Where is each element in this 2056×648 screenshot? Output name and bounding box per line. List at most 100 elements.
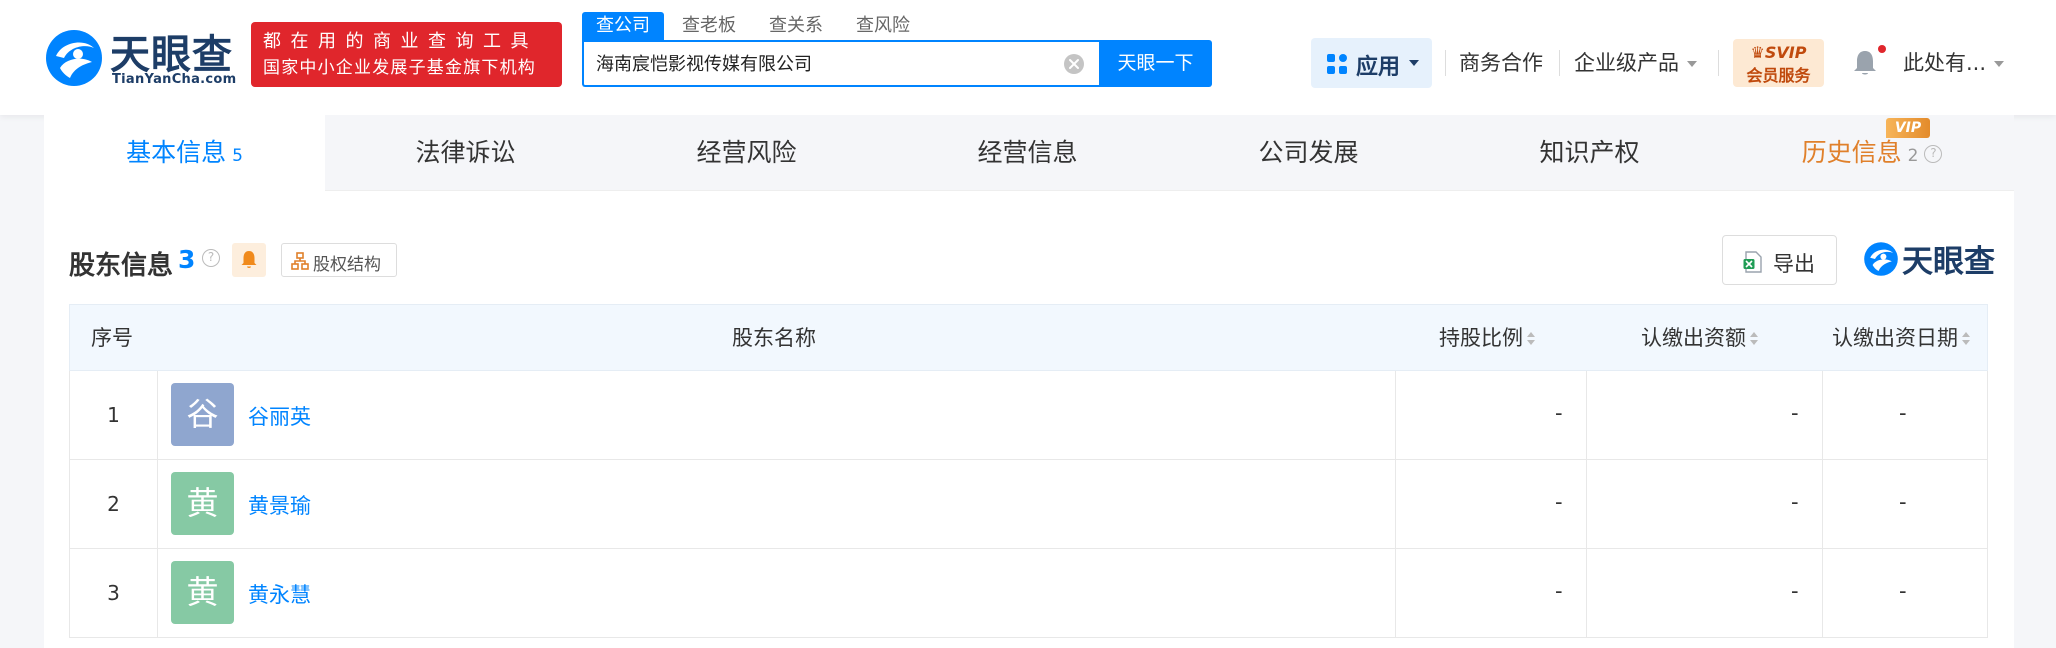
col-subscribed-amount-label: 认缴出资额 xyxy=(1641,326,1746,350)
nav-divider xyxy=(1559,50,1560,76)
company-detail-card: 基本信息 5 法律诉讼 经营风险 经营信息 公司发展 知识产权 历史信息 2? VI… xyxy=(44,115,2014,648)
col-subscribed-date-label: 认缴出资日期 xyxy=(1832,326,1958,350)
bell-icon[interactable] xyxy=(1852,49,1878,77)
avatar[interactable]: 黄 xyxy=(171,472,234,535)
nav-divider xyxy=(1445,50,1446,76)
slogan-line-1: 都在用的商业查询工具 xyxy=(263,31,538,52)
brand-watermark: 天眼查 xyxy=(1902,244,1995,280)
cell-divider xyxy=(1586,549,1587,637)
search-tab-relation[interactable]: 查关系 xyxy=(769,12,823,40)
org-chart-icon xyxy=(291,252,309,270)
avatar[interactable]: 黄 xyxy=(171,561,234,624)
chevron-down-icon xyxy=(1994,61,2005,67)
share-ratio-value: - xyxy=(1555,490,1563,514)
export-button[interactable]: 导出 xyxy=(1722,235,1837,285)
tab-label: 历史信息 xyxy=(1801,138,1902,167)
nav-enterprise-products[interactable]: 企业级产品 xyxy=(1574,47,1697,77)
equity-structure-button[interactable]: 股权结构 xyxy=(281,243,397,277)
detail-tabs: 基本信息 5 法律诉讼 经营风险 经营信息 公司发展 知识产权 历史信息 2? VI… xyxy=(44,115,2014,191)
tab-operation-risk[interactable]: 经营风险 xyxy=(606,115,887,191)
table-header: 序号 股东名称 持股比例 认缴出资额 认缴出资日期 xyxy=(69,304,1988,371)
table-row: 1 谷 谷丽英 - - - xyxy=(69,371,1988,460)
nav-enterprise-label: 企业级产品 xyxy=(1574,51,1679,75)
cell-divider xyxy=(1395,371,1396,459)
cell-divider xyxy=(157,460,158,548)
avatar[interactable]: 谷 xyxy=(171,383,234,446)
sort-icon xyxy=(1962,332,1970,346)
svip-service-label: 会员服务 xyxy=(1746,66,1811,85)
subscribed-date-value: - xyxy=(1899,401,1907,425)
cell-divider xyxy=(1395,549,1396,637)
logo-domain: TianYanCha.com xyxy=(112,72,237,87)
slogan-line-2: 国家中小企业发展子基金旗下机构 xyxy=(263,58,536,78)
col-share-ratio[interactable]: 持股比例 xyxy=(1439,305,1535,372)
subscribed-date-value: - xyxy=(1899,579,1907,603)
chevron-down-icon xyxy=(1687,61,1697,67)
row-index: 2 xyxy=(107,492,120,516)
help-icon[interactable]: ? xyxy=(202,249,220,267)
subscribed-amount-value: - xyxy=(1791,490,1799,514)
cell-divider xyxy=(1822,460,1823,548)
nav-business-cooperation[interactable]: 商务合作 xyxy=(1459,47,1543,77)
svip-label: SVIP xyxy=(1764,43,1807,62)
col-share-ratio-label: 持股比例 xyxy=(1439,326,1523,350)
top-header: 天眼查 TianYanCha.com 都在用的商业查询工具 国家中小企业发展子基… xyxy=(0,0,2056,115)
help-icon[interactable]: ? xyxy=(1924,145,1943,163)
clear-icon[interactable] xyxy=(1063,53,1085,75)
row-index: 3 xyxy=(107,581,120,605)
tianyancha-logo[interactable]: 天眼查 TianYanCha.com xyxy=(44,26,240,88)
search-input[interactable] xyxy=(596,52,1036,73)
tab-history[interactable]: 历史信息 2? xyxy=(1730,115,2014,191)
col-subscribed-date[interactable]: 认缴出资日期 xyxy=(1832,305,1970,372)
search-button[interactable]: 天眼一下 xyxy=(1099,40,1212,87)
monitor-button[interactable] xyxy=(232,243,266,277)
shareholder-name-link[interactable]: 谷丽英 xyxy=(248,401,311,431)
apps-label: 应用 xyxy=(1356,55,1401,80)
user-menu[interactable]: 此处有... xyxy=(1903,47,2005,77)
subscribed-amount-value: - xyxy=(1791,401,1799,425)
equity-structure-label: 股权结构 xyxy=(313,255,381,275)
cell-divider xyxy=(1822,549,1823,637)
user-name: 此处有... xyxy=(1903,51,1987,75)
bell-icon xyxy=(241,251,257,268)
share-ratio-value: - xyxy=(1555,579,1563,603)
tab-operation-info[interactable]: 经营信息 xyxy=(887,115,1168,191)
tianyancha-logo-icon xyxy=(46,30,102,86)
shareholder-name-link[interactable]: 黄永慧 xyxy=(248,579,311,609)
search-tab-company[interactable]: 查公司 xyxy=(582,12,664,40)
cell-divider xyxy=(1586,371,1587,459)
col-holder-name: 股东名称 xyxy=(732,326,816,350)
export-label: 导出 xyxy=(1773,252,1815,276)
tianyancha-logo-icon xyxy=(1864,242,1898,276)
subscribed-date-value: - xyxy=(1899,490,1907,514)
share-ratio-value: - xyxy=(1555,401,1563,425)
tab-ip[interactable]: 知识产权 xyxy=(1449,115,1730,191)
cell-divider xyxy=(157,371,158,459)
slogan-banner: 都在用的商业查询工具 国家中小企业发展子基金旗下机构 xyxy=(251,22,562,87)
tab-count: 5 xyxy=(232,146,243,166)
search-tab-risk[interactable]: 查风险 xyxy=(856,12,910,40)
row-index: 1 xyxy=(107,403,120,427)
col-index: 序号 xyxy=(91,326,133,350)
crown-icon: ♛ xyxy=(1750,43,1765,62)
tab-basic-info[interactable]: 基本信息 5 xyxy=(44,115,325,191)
excel-icon xyxy=(1743,251,1762,273)
search-tab-boss[interactable]: 查老板 xyxy=(682,12,736,40)
shareholder-name-link[interactable]: 黄景瑜 xyxy=(248,490,311,520)
vip-badge: VIP xyxy=(1886,118,1930,138)
section-count: 3 xyxy=(178,245,196,274)
cell-divider xyxy=(1586,460,1587,548)
tab-label: 基本信息 xyxy=(126,138,227,167)
nav-divider xyxy=(1718,50,1719,76)
tab-development[interactable]: 公司发展 xyxy=(1168,115,1449,191)
svip-member-button[interactable]: ♛SVIP 会员服务 xyxy=(1733,39,1824,87)
notification-dot xyxy=(1878,45,1886,53)
col-subscribed-amount[interactable]: 认缴出资额 xyxy=(1641,305,1758,372)
apps-grid-icon xyxy=(1327,54,1347,74)
svip-crown-label: ♛SVIP xyxy=(1733,43,1824,62)
table-row: 2 黄 黄景瑜 - - - xyxy=(69,460,1988,549)
subscribed-amount-value: - xyxy=(1791,579,1799,603)
apps-menu-button[interactable]: 应用 xyxy=(1311,38,1432,88)
tab-legal[interactable]: 法律诉讼 xyxy=(325,115,606,191)
chevron-down-icon xyxy=(1409,60,1419,66)
